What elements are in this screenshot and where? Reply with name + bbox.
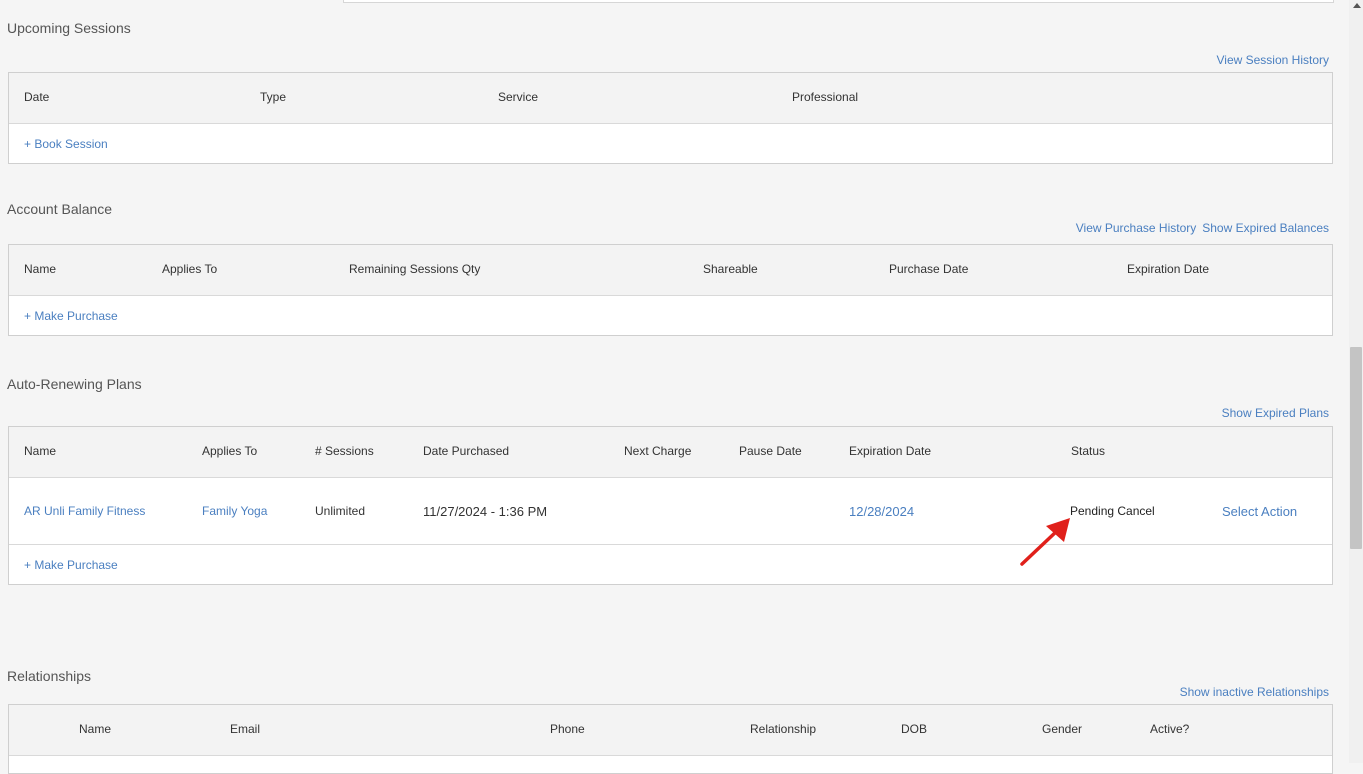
col-active: Active? bbox=[1150, 722, 1190, 736]
auto-renewing-plans-title: Auto-Renewing Plans bbox=[7, 376, 142, 392]
table-header: Name Email Phone Relationship DOB Gender… bbox=[9, 705, 1332, 756]
upcoming-sessions-title: Upcoming Sessions bbox=[7, 20, 131, 36]
col-service: Service bbox=[498, 90, 539, 104]
col-applies-to: Applies To bbox=[202, 444, 258, 458]
table-footer-row: + Make Purchase bbox=[9, 545, 1332, 584]
col-gender: Gender bbox=[1042, 722, 1083, 736]
col-name: Name bbox=[24, 262, 57, 276]
make-purchase-link[interactable]: + Make Purchase bbox=[24, 309, 118, 323]
col-date-purchased: Date Purchased bbox=[423, 444, 510, 458]
table-header: Name Applies To # Sessions Date Purchase… bbox=[9, 427, 1332, 478]
col-phone: Phone bbox=[550, 722, 585, 736]
show-inactive-relationships-link[interactable]: Show inactive Relationships bbox=[1180, 685, 1329, 699]
col-purchase-date: Purchase Date bbox=[889, 262, 969, 276]
account-balance-title: Account Balance bbox=[7, 201, 113, 217]
relationships-title: Relationships bbox=[7, 668, 92, 684]
plan-expiration-date-link[interactable]: 12/28/2024 bbox=[849, 504, 914, 519]
col-shareable: Shareable bbox=[703, 262, 758, 276]
show-expired-balances-link[interactable]: Show Expired Balances bbox=[1202, 221, 1329, 235]
col-name: Name bbox=[24, 444, 57, 458]
col-expiration-date: Expiration Date bbox=[849, 444, 932, 458]
plan-name-link[interactable]: AR Unli Family Fitness bbox=[24, 504, 145, 518]
col-email: Email bbox=[230, 722, 261, 736]
vertical-scrollbar[interactable] bbox=[1349, 0, 1363, 763]
auto-renewing-plans-table: Name Applies To # Sessions Date Purchase… bbox=[8, 426, 1333, 585]
col-applies-to: Applies To bbox=[162, 262, 218, 276]
col-remaining-sessions: Remaining Sessions Qty bbox=[349, 262, 481, 276]
view-purchase-history-link[interactable]: View Purchase History bbox=[1076, 221, 1197, 235]
arrow-annotation-icon bbox=[1020, 518, 1070, 566]
col-next-charge: Next Charge bbox=[624, 444, 692, 458]
col-status: Status bbox=[1071, 444, 1106, 458]
scroll-up-arrow-icon[interactable] bbox=[1353, 3, 1361, 8]
col-professional: Professional bbox=[792, 90, 859, 104]
table-footer-row: + Make Purchase bbox=[9, 296, 1332, 335]
book-session-link[interactable]: + Book Session bbox=[24, 137, 108, 151]
col-date: Date bbox=[24, 90, 50, 104]
search-box-edge bbox=[343, 0, 1334, 3]
plan-applies-to-link[interactable]: Family Yoga bbox=[202, 504, 267, 518]
col-relationship: Relationship bbox=[750, 722, 817, 736]
table-footer-row: + Book Session bbox=[9, 124, 1332, 163]
col-type: Type bbox=[260, 90, 287, 104]
col-name: Name bbox=[79, 722, 112, 736]
table-header: Date Type Service Professional bbox=[9, 73, 1332, 124]
upcoming-sessions-table: Date Type Service Professional + Book Se… bbox=[8, 72, 1333, 164]
col-expiration-date: Expiration Date bbox=[1127, 262, 1210, 276]
plan-status: Pending Cancel bbox=[1070, 504, 1155, 518]
show-expired-plans-link[interactable]: Show Expired Plans bbox=[1222, 406, 1329, 420]
view-session-history-link[interactable]: View Session History bbox=[1217, 53, 1330, 67]
plan-date-purchased: 11/27/2024 - 1:36 PM bbox=[423, 504, 548, 519]
account-balance-table: Name Applies To Remaining Sessions Qty S… bbox=[8, 244, 1333, 336]
col-sessions: # Sessions bbox=[315, 444, 374, 458]
make-purchase-link[interactable]: + Make Purchase bbox=[24, 558, 118, 572]
table-header: Name Applies To Remaining Sessions Qty S… bbox=[9, 245, 1332, 296]
col-pause-date: Pause Date bbox=[739, 444, 802, 458]
scrollbar-thumb[interactable] bbox=[1350, 347, 1362, 549]
col-dob: DOB bbox=[901, 722, 928, 736]
plan-sessions: Unlimited bbox=[315, 504, 366, 518]
table-row: AR Unli Family Fitness Family Yoga Unlim… bbox=[9, 478, 1332, 545]
relationships-table: Name Email Phone Relationship DOB Gender… bbox=[8, 704, 1333, 774]
select-action-link[interactable]: Select Action bbox=[1222, 504, 1297, 519]
